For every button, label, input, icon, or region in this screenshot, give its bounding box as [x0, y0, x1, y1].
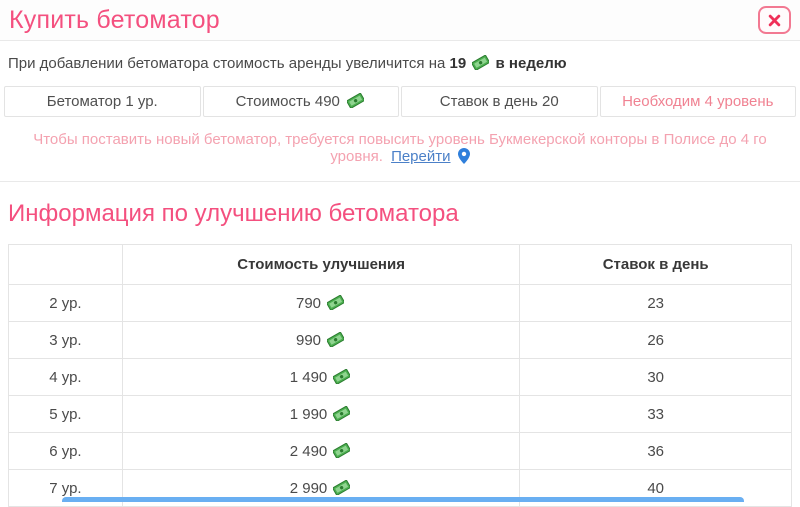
- dialog-titlebar: Купить бетоматор: [0, 0, 800, 41]
- stat-betomator-level: Бетоматор 1 ур.: [4, 86, 201, 117]
- upgrade-row: 3 ур. 990 26: [9, 322, 792, 359]
- level-cell: 3 ур.: [9, 322, 123, 359]
- money-icon: [333, 369, 350, 384]
- rent-increase-note: При добавлении бетоматора стоимость арен…: [0, 41, 800, 82]
- stat-label: Ставок в день 20: [440, 93, 559, 110]
- level-cell: 2 ур.: [9, 285, 123, 322]
- upgrade-row: 6 ур. 2 490 36: [9, 433, 792, 470]
- cost-value: 2 490: [290, 443, 332, 460]
- upgrade-row: 4 ур. 1 490 30: [9, 359, 792, 396]
- bets-cell: 36: [520, 433, 792, 470]
- money-icon: [347, 93, 364, 108]
- stats-row: Бетоматор 1 ур. Стоимость 490 Ставок в д…: [4, 86, 796, 117]
- upgrade-row: 2 ур. 790 23: [9, 285, 792, 322]
- level-cell: 6 ур.: [9, 433, 123, 470]
- cost-cell: 990: [122, 322, 519, 359]
- upgrade-row: 5 ур. 1 990 33: [9, 396, 792, 433]
- cost-value: 990: [296, 332, 325, 349]
- cost-cell: 790: [122, 285, 519, 322]
- bets-cell: 26: [520, 322, 792, 359]
- cost-value: 2 990: [290, 480, 332, 497]
- cost-cell: 1 490: [122, 359, 519, 396]
- money-icon: [327, 332, 344, 347]
- rent-note-prefix: При добавлении бетоматора стоимость арен…: [8, 55, 445, 72]
- map-pin-icon[interactable]: [458, 148, 470, 164]
- money-icon: [333, 480, 350, 495]
- cost-value: 1 990: [290, 406, 332, 423]
- cost-value: 1 490: [290, 369, 332, 386]
- bets-cell: 33: [520, 396, 792, 433]
- money-icon: [333, 406, 350, 421]
- money-icon-slot: [470, 55, 495, 72]
- rent-amount: 19: [450, 55, 467, 72]
- stat-cost: Стоимость 490: [203, 86, 400, 117]
- level-requirement-warning: Чтобы поставить новый бетоматор, требует…: [0, 117, 800, 182]
- bets-cell: 23: [520, 285, 792, 322]
- column-header: Ставок в день: [520, 245, 792, 285]
- stat-label: Необходим 4 уровень: [622, 93, 773, 110]
- level-cell: 4 ур.: [9, 359, 123, 396]
- stat-label: Бетоматор 1 ур.: [47, 93, 158, 110]
- close-button[interactable]: [758, 6, 791, 34]
- bets-cell: 30: [520, 359, 792, 396]
- money-icon: [472, 55, 489, 70]
- cost-cell: 2 490: [122, 433, 519, 470]
- close-icon: [768, 14, 781, 27]
- stat-label: Стоимость 490: [236, 93, 340, 110]
- stat-bets-per-day: Ставок в день 20: [401, 86, 598, 117]
- goto-link[interactable]: Перейти: [391, 148, 450, 165]
- table-header-row: Стоимость улучшенияСтавок в день: [9, 245, 792, 285]
- level-cell: 5 ур.: [9, 396, 123, 433]
- money-icon-slot: [345, 93, 366, 110]
- column-header: [9, 245, 123, 285]
- page-title: Купить бетоматор: [9, 6, 220, 35]
- upgrade-section-title: Информация по улучшению бетоматора: [0, 182, 800, 244]
- money-icon: [333, 443, 350, 458]
- upgrade-info-table: Стоимость улучшенияСтавок в день 2 ур. 79…: [8, 244, 792, 507]
- bottom-button-partial[interactable]: [62, 497, 744, 502]
- money-icon: [327, 295, 344, 310]
- rent-note-suffix: в неделю: [496, 55, 567, 72]
- cost-cell: 1 990: [122, 396, 519, 433]
- column-header: Стоимость улучшения: [122, 245, 519, 285]
- stat-required-level: Необходим 4 уровень: [600, 86, 797, 117]
- cost-value: 790: [296, 295, 325, 312]
